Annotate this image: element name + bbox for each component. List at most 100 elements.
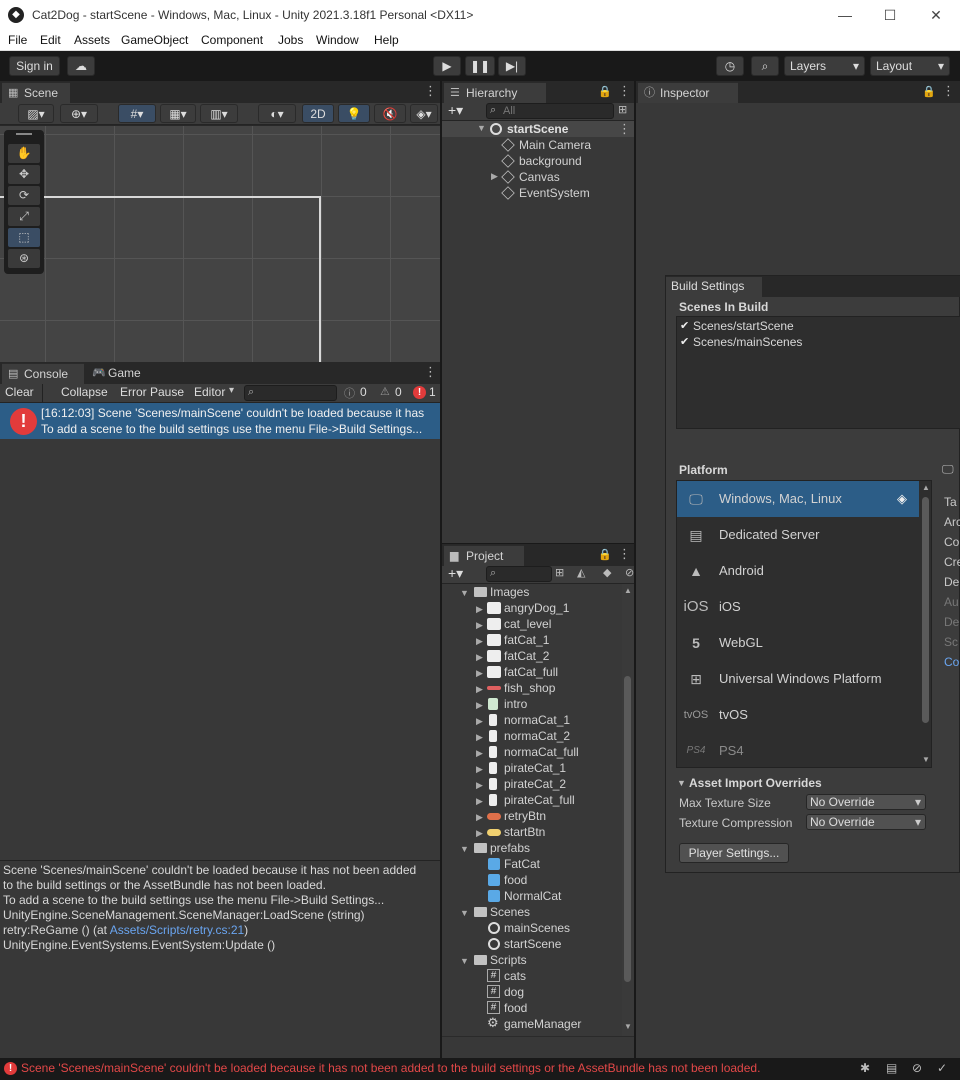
scrollbar[interactable]: ▲ ▼: [622, 584, 634, 1036]
list-item[interactable]: background: [501, 153, 582, 169]
check-icon[interactable]: ✓: [937, 1061, 947, 1075]
list-item[interactable]: cats: [504, 968, 526, 984]
log-icon[interactable]: ⓘ: [344, 385, 355, 401]
list-item[interactable]: Scenes/startScene: [693, 319, 794, 333]
more-icon[interactable]: ⋮: [618, 546, 631, 562]
lock-icon[interactable]: 🔒: [598, 85, 612, 98]
expand-icon[interactable]: ▶: [476, 748, 483, 759]
list-item[interactable]: normaCat_1: [504, 712, 570, 728]
list-item[interactable]: startScene: [504, 936, 561, 952]
tab-game[interactable]: 🎮 Game: [86, 363, 154, 384]
warning-icon[interactable]: ⚠: [380, 385, 390, 398]
error-pause-button[interactable]: Error Pause: [120, 385, 184, 399]
expand-icon[interactable]: ▼: [677, 778, 686, 788]
list-item[interactable]: fish_shop: [504, 680, 555, 696]
add-icon[interactable]: +▾: [448, 565, 463, 582]
transform-tool-icon[interactable]: ⊛: [8, 249, 40, 268]
folder-scenes[interactable]: Scenes: [490, 904, 530, 920]
error-icon[interactable]: !: [413, 386, 426, 399]
expand-icon[interactable]: ▶: [476, 812, 483, 823]
progress-icon[interactable]: ▤: [886, 1061, 897, 1075]
list-item[interactable]: startBtn: [504, 824, 545, 840]
scrollbar-thumb[interactable]: [624, 676, 631, 982]
platform-item[interactable]: ▲ Android: [677, 553, 919, 589]
audio-icon[interactable]: 🔇: [374, 104, 406, 123]
checkbox[interactable]: ✔: [680, 335, 689, 348]
clear-button[interactable]: Clear: [5, 385, 34, 399]
expand-icon[interactable]: ▼: [460, 588, 469, 598]
more-icon[interactable]: ⋮: [942, 83, 955, 99]
scrollbar-thumb[interactable]: [922, 497, 929, 723]
hidden-icon[interactable]: ⊘: [625, 566, 634, 579]
expand-icon[interactable]: ▶: [476, 700, 483, 711]
menu-file[interactable]: File: [8, 33, 27, 47]
platform-item[interactable]: 5 WebGL: [677, 625, 919, 661]
expand-icon[interactable]: ▶: [476, 620, 483, 631]
filter-icon[interactable]: ⊞: [618, 103, 627, 116]
list-item[interactable]: dog: [504, 984, 524, 1000]
player-settings-button[interactable]: Player Settings...: [679, 843, 789, 863]
list-item[interactable]: retryBtn: [504, 808, 546, 824]
shading-icon[interactable]: ◐▾: [258, 104, 296, 123]
expand-icon[interactable]: ▶: [476, 764, 483, 775]
menu-component[interactable]: Component: [201, 33, 263, 47]
setting-link[interactable]: Co: [944, 652, 960, 672]
more-icon[interactable]: ⋮: [424, 364, 437, 380]
platform-item[interactable]: 🖵 Windows, Mac, Linux ◈: [677, 481, 919, 517]
list-item[interactable]: EventSystem: [501, 185, 590, 201]
pause-icon[interactable]: ❚❚: [465, 56, 495, 76]
list-item[interactable]: fatCat_1: [504, 632, 549, 648]
project-search-input[interactable]: [486, 566, 552, 582]
list-item[interactable]: pirateCat_2: [504, 776, 566, 792]
network-icon[interactable]: ⊘: [912, 1061, 922, 1075]
list-item[interactable]: cat_level: [504, 616, 551, 632]
snap-icon[interactable]: #▾: [118, 104, 156, 123]
cloud-icon[interactable]: ☁: [67, 56, 95, 76]
move-tool-icon[interactable]: ✥: [8, 165, 40, 184]
max-texture-dropdown[interactable]: No Override: [806, 794, 926, 810]
console-search-input[interactable]: [244, 385, 337, 401]
folder-prefabs[interactable]: prefabs: [490, 840, 530, 856]
expand-icon[interactable]: ▶: [476, 604, 483, 615]
expand-icon[interactable]: ▶: [476, 780, 483, 791]
list-item[interactable]: food: [504, 1000, 527, 1016]
platform-item[interactable]: ⊞ Universal Windows Platform: [677, 661, 919, 697]
close-button[interactable]: ✕: [913, 4, 959, 26]
expand-icon[interactable]: ▼: [460, 908, 469, 918]
scroll-down-icon[interactable]: ▼: [922, 755, 930, 764]
tab-project[interactable]: ▆ Project: [444, 545, 524, 566]
checkbox[interactable]: ✔: [680, 319, 689, 332]
list-item[interactable]: angryDog_1: [504, 600, 569, 616]
tab-scene[interactable]: ▦ Scene: [2, 82, 70, 103]
expand-icon[interactable]: ▶: [476, 684, 483, 695]
scroll-up-icon[interactable]: ▲: [922, 483, 930, 492]
list-item[interactable]: normaCat_2: [504, 728, 570, 744]
list-item[interactable]: pirateCat_1: [504, 760, 566, 776]
layers-dropdown[interactable]: Layers ▾: [784, 56, 865, 76]
expand-icon[interactable]: ▶: [491, 171, 498, 182]
script-link[interactable]: Assets/Scripts/retry.cs:21: [110, 923, 244, 937]
filter-label-icon[interactable]: ◭: [577, 566, 585, 579]
folder-scripts[interactable]: Scripts: [490, 952, 527, 968]
console-entry-selected[interactable]: ! [16:12:03] Scene 'Scenes/mainScene' co…: [0, 403, 440, 439]
tab-build-settings[interactable]: Build Settings: [666, 277, 762, 297]
editor-dropdown[interactable]: Editor: [194, 385, 225, 399]
lock-icon[interactable]: 🔒: [598, 548, 612, 561]
mode-2d-button[interactable]: 2D: [302, 104, 334, 123]
expand-icon[interactable]: ▼: [460, 844, 469, 854]
draw-mode-icon[interactable]: ▨▾: [18, 104, 54, 123]
texture-comp-dropdown[interactable]: No Override: [806, 814, 926, 830]
list-item[interactable]: gameManager: [504, 1016, 581, 1032]
rotate-tool-icon[interactable]: ⟳: [8, 186, 40, 205]
scale-tool-icon[interactable]: ⤢: [8, 207, 40, 226]
globe-icon[interactable]: ⊕▾: [60, 104, 98, 123]
lock-icon[interactable]: 🔒: [922, 85, 936, 98]
list-item[interactable]: Canvas: [501, 169, 560, 185]
list-item[interactable]: food: [504, 872, 527, 888]
menu-edit[interactable]: Edit: [40, 33, 61, 47]
list-item[interactable]: Scenes/mainScenes: [693, 335, 802, 349]
status-message[interactable]: Scene 'Scenes/mainScene' couldn't be loa…: [21, 1061, 760, 1075]
folder-images[interactable]: Images: [490, 584, 529, 600]
list-item[interactable]: mainScenes: [504, 920, 570, 936]
scroll-up-icon[interactable]: ▲: [624, 586, 632, 595]
